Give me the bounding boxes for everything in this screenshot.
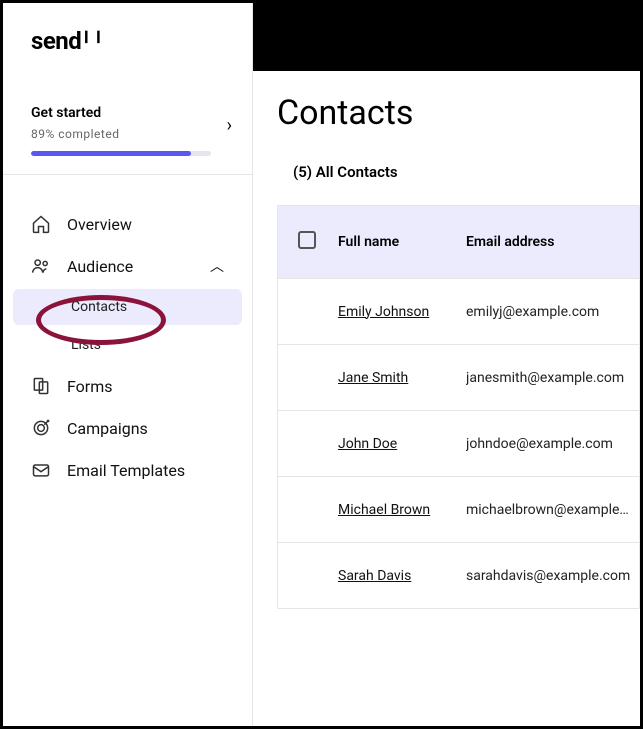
column-header-name[interactable]: Full name — [338, 234, 466, 250]
progress-fill — [31, 151, 191, 156]
page-title: Contacts — [277, 93, 640, 133]
select-all-checkbox[interactable] — [298, 231, 338, 253]
contact-email: johndoe@example.com — [466, 436, 639, 452]
contact-name-link[interactable]: Jane Smith — [338, 370, 408, 386]
contact-name-link[interactable]: Michael Brown — [338, 502, 430, 518]
logo-text: send❙❙ — [31, 27, 105, 55]
nav-label: Email Templates — [67, 461, 185, 480]
contact-email: sarahdavis@example.com — [466, 568, 639, 584]
nav-label: Forms — [67, 377, 113, 396]
contact-email: emilyj@example.com — [466, 304, 639, 320]
contact-email: michaelbrown@example.com — [466, 502, 639, 518]
chevron-right-icon: › — [227, 115, 232, 136]
get-started-title: Get started — [31, 105, 224, 121]
nav-audience[interactable]: Audience ︿ — [3, 245, 252, 287]
column-header-email[interactable]: Email address — [466, 234, 639, 250]
contact-name-link[interactable]: John Doe — [338, 436, 397, 452]
chevron-up-icon: ︿ — [210, 256, 224, 276]
contact-email: janesmith@example.com — [466, 370, 639, 386]
get-started-progress-label: 89% completed — [31, 127, 224, 141]
sidebar: send❙❙ Get started 89% completed › Overv… — [3, 3, 253, 726]
people-icon — [31, 256, 51, 276]
table-row[interactable]: Michael Brown michaelbrown@example.com — [278, 476, 639, 542]
nav-sub-label: Lists — [71, 337, 101, 353]
nav-forms[interactable]: Forms — [3, 365, 252, 407]
nav-audience-contacts[interactable]: Contacts — [13, 289, 242, 325]
table-row[interactable]: Sarah Davis sarahdavis@example.com — [278, 542, 639, 608]
contacts-table: Full name Email address Emily Johnson em… — [277, 205, 640, 609]
contact-name-link[interactable]: Emily Johnson — [338, 304, 429, 320]
nav-campaigns[interactable]: Campaigns — [3, 407, 252, 449]
nav: Overview Audience ︿ Contacts Lists Forms — [3, 175, 252, 491]
topbar — [253, 3, 640, 71]
mail-icon — [31, 460, 51, 480]
main-content: Contacts (5) All Contacts Full name Emai… — [253, 71, 640, 726]
table-row[interactable]: Emily Johnson emilyj@example.com — [278, 278, 639, 344]
nav-email-templates[interactable]: Email Templates — [3, 449, 252, 491]
nav-label: Campaigns — [67, 419, 148, 438]
nav-sub-label: Contacts — [71, 299, 127, 315]
table-row[interactable]: Jane Smith janesmith@example.com — [278, 344, 639, 410]
nav-label: Audience — [67, 257, 133, 276]
get-started-card[interactable]: Get started 89% completed › — [3, 65, 252, 175]
nav-audience-lists[interactable]: Lists — [13, 327, 242, 363]
forms-icon — [31, 376, 51, 396]
contact-name-link[interactable]: Sarah Davis — [338, 568, 411, 584]
nav-overview[interactable]: Overview — [3, 203, 252, 245]
table-header: Full name Email address — [278, 206, 639, 278]
list-summary: (5) All Contacts — [293, 163, 640, 181]
target-icon — [31, 418, 51, 438]
logo[interactable]: send❙❙ — [3, 3, 252, 65]
home-icon — [31, 214, 51, 234]
progress-bar — [31, 151, 211, 156]
nav-label: Overview — [67, 215, 132, 234]
table-row[interactable]: John Doe johndoe@example.com — [278, 410, 639, 476]
